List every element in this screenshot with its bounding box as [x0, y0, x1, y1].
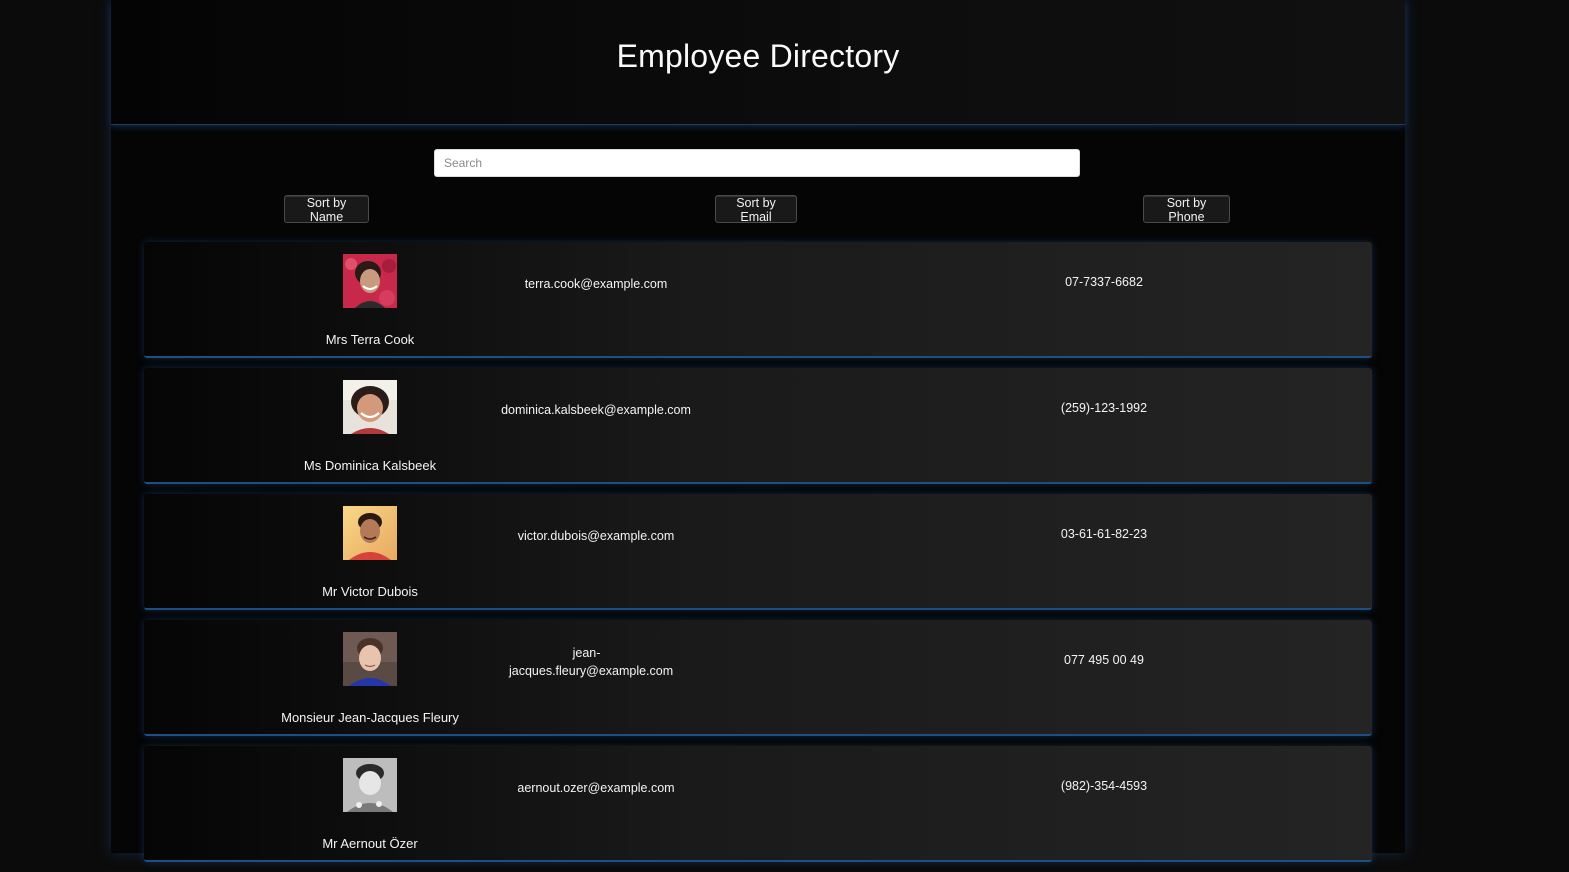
employee-name: Mr Aernout Özer	[322, 836, 418, 851]
search-input[interactable]	[434, 149, 1080, 177]
avatar-photo-icon	[343, 506, 397, 560]
employee-row: terra.cook@example.com 07-7337-6682 Mrs …	[144, 242, 1372, 358]
employee-phone: 03-61-61-82-23	[1060, 527, 1148, 541]
employee-name: Mr Victor Dubois	[322, 584, 418, 599]
employee-name: Mrs Terra Cook	[325, 332, 415, 347]
employee-email: aernout.ozer@example.com	[517, 781, 675, 795]
sort-by-phone-button[interactable]: Sort by Phone	[1143, 195, 1230, 224]
employee-email: terra.cook@example.com	[524, 277, 668, 291]
avatar	[343, 254, 397, 308]
sort-by-email-button[interactable]: Sort by Email	[715, 195, 797, 224]
directory-page: Employee Directory Sort by Name Sort by …	[111, 0, 1405, 862]
employee-phone: 07-7337-6682	[1065, 275, 1143, 289]
employee-email: dominica.kalsbeek@example.com	[501, 403, 691, 417]
employee-row: aernout.ozer@example.com (982)-354-4593 …	[144, 746, 1372, 862]
employee-phone: 077 495 00 49	[1064, 653, 1144, 667]
page-title: Employee Directory	[616, 38, 900, 74]
avatar-photo-icon	[343, 254, 397, 308]
employee-row: dominica.kalsbeek@example.com (259)-123-…	[144, 368, 1372, 484]
employee-phone: (259)-123-1992	[1060, 401, 1148, 415]
employee-phone: (982)-354-4593	[1060, 779, 1148, 793]
employee-list: terra.cook@example.com 07-7337-6682 Mrs …	[144, 242, 1372, 872]
sort-by-name-button[interactable]: Sort by Name	[284, 195, 369, 224]
avatar	[343, 380, 397, 434]
employee-name: Ms Dominica Kalsbeek	[303, 458, 437, 473]
avatar-photo-icon	[343, 632, 397, 686]
page-header: Employee Directory	[111, 0, 1405, 125]
avatar	[343, 758, 397, 812]
avatar	[343, 632, 397, 686]
employee-row: jean-jacques.fleury@example.com 077 495 …	[144, 620, 1372, 736]
employee-email: jean-jacques.fleury@example.com	[509, 646, 674, 678]
avatar	[343, 506, 397, 560]
avatar-photo-icon	[343, 380, 397, 434]
employee-email: victor.dubois@example.com	[517, 529, 675, 543]
employee-row: victor.dubois@example.com 03-61-61-82-23…	[144, 494, 1372, 610]
avatar-photo-icon	[343, 758, 397, 812]
employee-name: Monsieur Jean-Jacques Fleury	[281, 710, 459, 725]
